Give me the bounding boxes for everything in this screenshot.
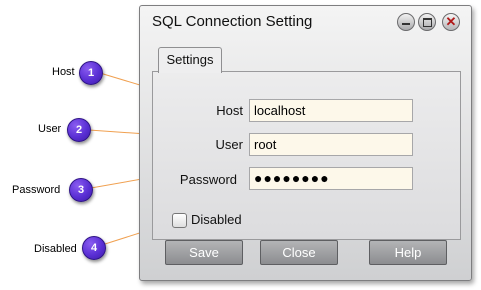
maximize-button[interactable] <box>418 13 436 31</box>
close-icon: ✕ <box>445 14 457 29</box>
user-field[interactable]: root <box>249 133 413 156</box>
annotation-badge-3: 3 <box>69 178 93 202</box>
save-button[interactable]: Save <box>165 240 243 265</box>
annotation-label-host: Host <box>52 66 75 78</box>
tab-settings[interactable]: Settings <box>158 47 222 73</box>
maximize-icon <box>423 18 432 27</box>
host-label: Host <box>216 103 243 118</box>
host-field[interactable]: localhost <box>249 99 413 122</box>
settings-panel: Host localhost User root Password ●●●●●●… <box>152 71 461 240</box>
minimize-button[interactable] <box>397 13 415 31</box>
password-label: Password <box>179 172 237 187</box>
annotation-badge-2: 2 <box>67 118 91 142</box>
password-field[interactable]: ●●●●●●●● <box>249 167 413 190</box>
disabled-label: Disabled <box>191 212 242 227</box>
sql-connection-dialog: SQL Connection Setting ✕ Settings Host l… <box>139 5 472 281</box>
help-button[interactable]: Help <box>369 240 447 265</box>
window-title: SQL Connection Setting <box>152 13 313 30</box>
annotation-label-disabled: Disabled <box>34 243 77 255</box>
annotation-badge-1: 1 <box>79 61 103 85</box>
close-button[interactable]: Close <box>260 240 338 265</box>
user-label: User <box>215 137 243 152</box>
close-window-button[interactable]: ✕ <box>442 13 460 31</box>
minimize-icon <box>402 23 410 25</box>
annotation-badge-4: 4 <box>82 236 106 260</box>
annotation-label-user: User <box>38 123 62 135</box>
disabled-checkbox[interactable] <box>172 213 187 228</box>
annotation-label-password: Password <box>12 184 61 196</box>
